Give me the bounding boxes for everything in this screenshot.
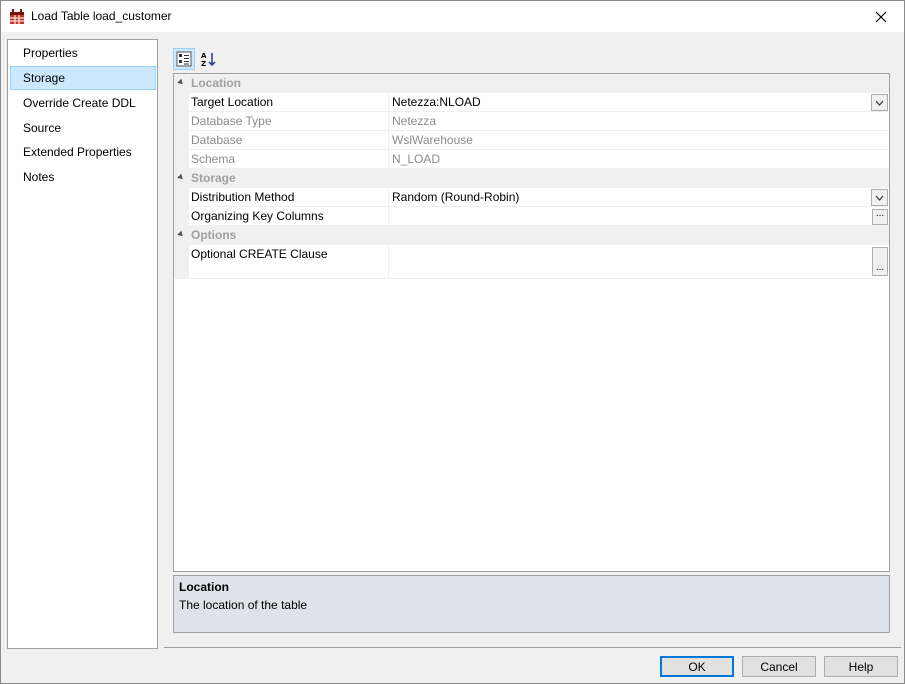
distribution-method-dropdown[interactable]: [871, 189, 888, 206]
property-row-optional-create-clause[interactable]: Optional CREATE Clause ...: [174, 245, 889, 279]
property-value: Netezza: [392, 114, 437, 128]
table-icon: [9, 9, 25, 25]
column-divider[interactable]: [388, 112, 389, 130]
property-row-organizing-key-columns[interactable]: Organizing Key Columns ...: [174, 207, 889, 226]
property-grid: Location Target Location Netezza:NLOAD D…: [173, 73, 890, 572]
column-divider[interactable]: [388, 150, 389, 168]
nav-item-properties[interactable]: Properties: [10, 41, 156, 65]
column-divider[interactable]: [388, 207, 389, 225]
property-name: Organizing Key Columns: [191, 209, 324, 223]
footer-separator: [164, 647, 901, 648]
property-row-target-location[interactable]: Target Location Netezza:NLOAD: [174, 93, 889, 112]
ok-button[interactable]: OK: [660, 656, 734, 677]
property-value[interactable]: [392, 245, 872, 278]
property-name: Database: [191, 133, 243, 147]
category-label: Location: [191, 76, 241, 90]
collapse-triangle-icon[interactable]: [177, 230, 185, 239]
nav-item-storage[interactable]: Storage: [10, 66, 156, 90]
window-title: Load Table load_customer: [31, 9, 172, 23]
description-title: Location: [179, 580, 229, 594]
property-name: Distribution Method: [191, 190, 295, 204]
collapse-triangle-icon[interactable]: [177, 78, 185, 87]
help-button[interactable]: Help: [824, 656, 898, 677]
property-row-distribution-method[interactable]: Distribution Method Random (Round-Robin): [174, 188, 889, 207]
category-options[interactable]: Options: [174, 226, 889, 245]
svg-text:A: A: [201, 52, 207, 60]
category-label: Options: [191, 228, 237, 242]
nav-item-notes[interactable]: Notes: [10, 165, 156, 189]
alphabetical-view-button[interactable]: A Z: [197, 48, 219, 70]
column-divider[interactable]: [388, 188, 389, 206]
sort-alphabetical-icon: A Z: [201, 52, 216, 67]
column-divider[interactable]: [388, 93, 389, 111]
row-gutter: [174, 188, 189, 206]
property-row-database[interactable]: Database WslWarehouse: [174, 131, 889, 150]
row-gutter: [174, 112, 189, 130]
property-value[interactable]: Random (Round-Robin): [392, 188, 872, 206]
optional-create-clause-ellipsis-button[interactable]: ...: [872, 247, 888, 276]
categorized-view-button[interactable]: [173, 48, 195, 70]
nav-item-source[interactable]: Source: [10, 116, 156, 140]
organizing-key-columns-ellipsis-button[interactable]: ...: [872, 209, 888, 225]
description-panel: Location The location of the table: [173, 575, 890, 633]
property-value[interactable]: [392, 207, 872, 225]
section-nav: Properties Storage Override Create DDL S…: [7, 39, 158, 649]
row-gutter: [174, 245, 189, 278]
column-divider[interactable]: [388, 245, 389, 278]
category-label: Storage: [191, 171, 236, 185]
chevron-down-icon: [875, 195, 884, 201]
collapse-triangle-icon[interactable]: [177, 173, 185, 182]
column-divider[interactable]: [388, 131, 389, 149]
categorized-icon: [176, 51, 192, 67]
description-text: The location of the table: [179, 598, 308, 612]
nav-item-override-create-ddl[interactable]: Override Create DDL: [10, 91, 156, 115]
property-row-database-type[interactable]: Database Type Netezza: [174, 112, 889, 131]
category-location[interactable]: Location: [174, 74, 889, 93]
target-location-dropdown[interactable]: [871, 94, 888, 111]
close-icon: [875, 11, 887, 22]
property-value: N_LOAD: [392, 152, 441, 166]
property-name: Target Location: [191, 95, 274, 109]
row-gutter: [174, 150, 189, 168]
title-bar: Load Table load_customer: [1, 1, 904, 32]
category-storage[interactable]: Storage: [174, 169, 889, 188]
row-gutter: [174, 207, 189, 225]
row-gutter: [174, 131, 189, 149]
chevron-down-icon: [875, 100, 884, 106]
property-name: Schema: [191, 152, 236, 166]
close-button[interactable]: [858, 1, 904, 32]
dialog-window: Load Table load_customer Properties Stor…: [0, 0, 905, 684]
property-value: WslWarehouse: [392, 133, 473, 147]
cancel-button[interactable]: Cancel: [742, 656, 816, 677]
property-name: Database Type: [191, 114, 272, 128]
row-gutter: [174, 93, 189, 111]
property-name: Optional CREATE Clause: [191, 247, 328, 261]
property-row-schema[interactable]: Schema N_LOAD: [174, 150, 889, 169]
nav-item-extended-properties[interactable]: Extended Properties: [10, 140, 156, 164]
property-value[interactable]: Netezza:NLOAD: [392, 93, 872, 111]
svg-text:Z: Z: [201, 60, 206, 67]
